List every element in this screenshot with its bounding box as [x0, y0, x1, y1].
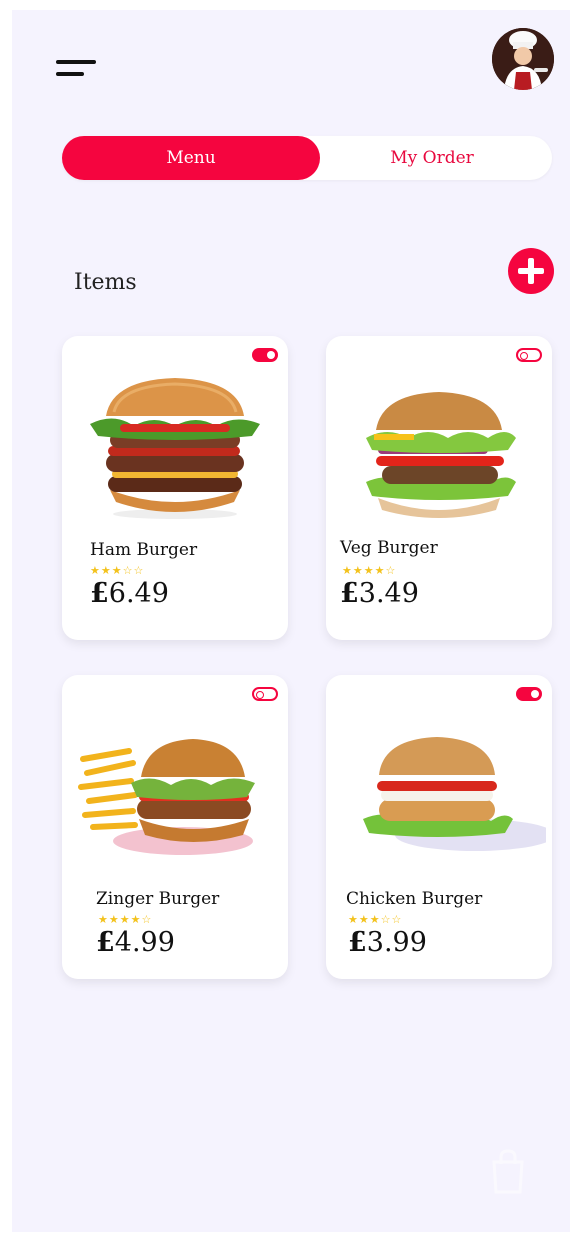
rating-stars: ★★★☆☆ — [90, 564, 145, 577]
zinger-burger-image — [78, 739, 255, 855]
availability-toggle[interactable] — [252, 687, 278, 701]
rating-stars: ★★★☆☆ — [348, 913, 403, 926]
price-value: 6.49 — [108, 578, 169, 609]
currency-symbol: £ — [340, 578, 359, 609]
chicken-burger-image — [363, 737, 546, 851]
item-name: Zinger Burger — [96, 889, 220, 909]
chef-avatar-image — [492, 28, 554, 90]
add-item-button[interactable] — [508, 248, 554, 294]
availability-toggle[interactable] — [516, 687, 542, 701]
item-price: £4.99 — [96, 927, 175, 958]
item-price: £3.99 — [348, 927, 427, 958]
item-name: Chicken Burger — [346, 889, 483, 909]
item-name: Ham Burger — [90, 540, 198, 560]
tab-menu[interactable]: Menu — [62, 136, 320, 180]
item-price: £6.49 — [90, 578, 169, 609]
item-card-ham-burger[interactable]: Ham Burger ★★★☆☆ £6.49 — [62, 336, 288, 640]
currency-symbol: £ — [348, 927, 367, 958]
price-value: 3.49 — [358, 578, 419, 609]
menu-line — [56, 60, 96, 64]
rating-stars: ★★★★☆ — [98, 913, 153, 926]
item-card-zinger-burger[interactable]: Zinger Burger ★★★★☆ £4.99 — [62, 675, 288, 979]
item-price: £3.49 — [340, 578, 419, 609]
currency-symbol: £ — [96, 927, 115, 958]
tab-my-order[interactable]: My Order — [312, 136, 552, 180]
menu-order-tabs: My Order Menu — [62, 136, 552, 180]
ham-burger-image — [90, 378, 260, 519]
rating-stars: ★★★★☆ — [342, 564, 397, 577]
price-value: 4.99 — [114, 927, 175, 958]
item-name: Veg Burger — [340, 538, 438, 558]
item-card-veg-burger[interactable]: Veg Burger ★★★★☆ £3.49 — [326, 336, 552, 640]
shopping-bag-icon[interactable] — [488, 1148, 528, 1194]
currency-symbol: £ — [90, 578, 109, 609]
availability-toggle[interactable] — [516, 348, 542, 362]
availability-toggle[interactable] — [252, 348, 278, 362]
menu-line — [56, 72, 84, 76]
app-screen: My Order Menu Items Ham Burger ★★★☆☆ £6.… — [12, 10, 570, 1232]
section-title: Items — [74, 270, 137, 295]
price-value: 3.99 — [366, 927, 427, 958]
veg-burger-image — [366, 392, 516, 518]
item-card-chicken-burger[interactable]: Chicken Burger ★★★☆☆ £3.99 — [326, 675, 552, 979]
hamburger-menu-icon[interactable] — [56, 58, 98, 80]
chef-avatar[interactable] — [492, 28, 554, 90]
